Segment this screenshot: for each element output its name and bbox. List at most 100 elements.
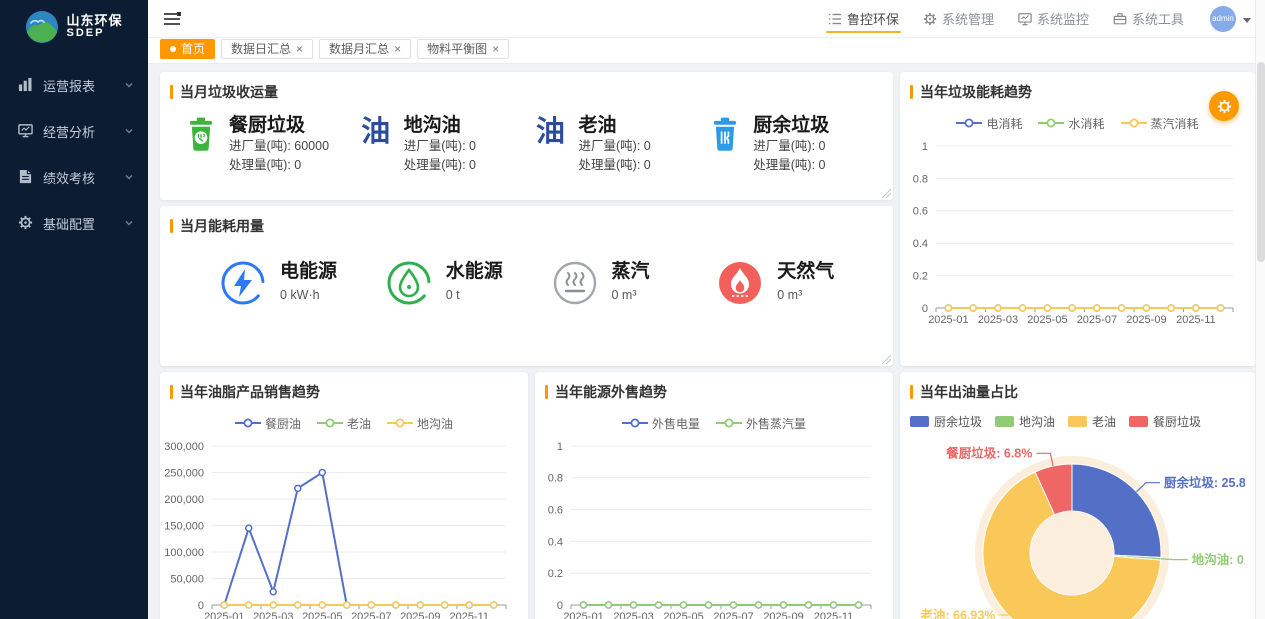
settings-gear-button[interactable] [1209,91,1239,121]
close-icon[interactable]: × [492,43,499,55]
page-scrollbar-track[interactable] [1255,0,1265,619]
legend-line-marker-icon [1121,117,1147,131]
dashboard-grid: 当月垃圾收运量 餐厨垃圾进厂量(吨): 60000处理量(吨): 0油地沟油进厂… [160,72,1265,619]
card-oil-output-ratio: 当年出油量占比 厨余垃圾地沟油老油餐厨垃圾 厨余垃圾: 25.8...地沟油: … [900,372,1255,619]
trash-green-icon [184,115,218,176]
sidebar-item-performance-assessment[interactable]: 绩效考核 [0,154,148,200]
waste-item: 油老油进厂量(吨): 0处理量(吨): 0 [534,115,709,176]
waste-item-metric: 处理量(吨): 0 [753,156,829,175]
monitor-icon [18,123,34,139]
close-icon[interactable]: × [296,43,303,55]
legend-item-1[interactable]: 外售蒸汽量 [716,415,806,432]
sidebar-item-label: 经营分析 [43,122,124,141]
legend-item-0[interactable]: 外售电量 [622,415,700,432]
user-menu[interactable]: admin [1210,6,1251,32]
tab-material-balance[interactable]: 物料平衡图× [417,39,509,59]
page-scrollbar-thumb[interactable] [1257,62,1265,262]
sidebar-item-business-analysis[interactable]: 经营分析 [0,108,148,154]
energy-item-name: 水能源 [446,260,503,283]
sidebar-menu: 运营报表经营分析绩效考核基础配置 [0,54,148,246]
energy-item-text: 天然气0 m³ [777,260,834,302]
legend-item-3[interactable]: 餐厨垃圾 [1129,413,1201,430]
legend-label: 外售蒸汽量 [746,415,806,432]
pie-label: 老油: 66.93% [919,607,995,619]
chevron-down-icon [124,80,134,90]
logo-icon [25,10,59,44]
card-energy-usage: 当月能耗用量 电能源0 kW·h水能源0 t蒸汽0 m³天然气0 m³ [160,206,893,366]
energy-item-value: 0 t [446,288,503,302]
nav-item-system-management[interactable]: 系统管理 [911,0,1006,37]
tab-monthly-summary[interactable]: 数据月汇总× [319,39,411,59]
gas-icon [717,260,763,306]
menu-fold-icon[interactable] [164,9,184,29]
energy-item-text: 电能源0 kW·h [280,260,337,302]
logo-subtitle: SDEP [66,28,122,40]
legend-item-0[interactable]: 厨余垃圾 [910,413,982,430]
legend-item-1[interactable]: 水消耗 [1038,115,1104,132]
line-chart-waste-energy: 00.20.40.60.812025-012025-032025-052025-… [900,134,1245,334]
svg-text:2025-05: 2025-05 [663,611,703,619]
toolbox-icon [1113,12,1127,26]
legend-item-2[interactable]: 蒸汽消耗 [1121,115,1199,132]
oil-char-icon: 油 [534,115,568,176]
waste-item-text: 地沟油进厂量(吨): 0处理量(吨): 0 [404,115,476,176]
svg-text:2025-01: 2025-01 [928,314,968,326]
legend-line-marker-icon [716,417,742,431]
legend-item-0[interactable]: 电消耗 [956,115,1022,132]
title-accent-bar [170,85,173,99]
close-icon[interactable]: × [394,43,401,55]
card-title: 当年垃圾能耗趋势 [920,82,1032,102]
legend-item-2[interactable]: 地沟油 [387,415,453,432]
tab-label: 首页 [181,40,205,57]
legend-item-1[interactable]: 地沟油 [995,413,1055,430]
pie-label: 餐厨垃圾: 6.8% [945,446,1032,461]
legend-line-marker-icon [622,417,648,431]
sidebar-item-label: 基础配置 [43,214,124,233]
pie-label: 地沟油: 0.... [1192,552,1245,567]
electric-icon [220,260,266,306]
svg-text:100,000: 100,000 [164,547,204,559]
monitor-icon [1018,12,1032,26]
trash-blue-icon [708,115,742,176]
sidebar-item-basic-config[interactable]: 基础配置 [0,200,148,246]
legend-label: 水消耗 [1068,115,1104,132]
legend-swatch [1129,416,1148,427]
svg-text:250,000: 250,000 [164,467,204,479]
line-chart-energy-sale: 00.20.40.60.812025-012025-032025-052025-… [535,434,883,619]
nav-item-lukong-env[interactable]: 鲁控环保 [816,0,911,37]
svg-text:150,000: 150,000 [164,520,204,532]
tab-home[interactable]: 首页 [160,39,215,59]
legend-item-2[interactable]: 老油 [1068,413,1116,430]
waste-stats-row: 餐厨垃圾进厂量(吨): 60000处理量(吨): 0油地沟油进厂量(吨): 0处… [160,102,893,176]
resize-handle[interactable] [882,189,891,198]
resize-handle[interactable] [882,355,891,364]
energy-item-value: 0 m³ [777,288,834,302]
legend-label: 老油 [347,415,371,432]
legend-swatch [995,416,1014,427]
sidebar-item-operations-report[interactable]: 运营报表 [0,62,148,108]
svg-text:2025-09: 2025-09 [763,611,803,619]
sidebar-item-label: 运营报表 [43,76,124,95]
chart-legend: 外售电量 外售蒸汽量 [535,415,893,432]
nav-item-system-monitor[interactable]: 系统监控 [1006,0,1101,37]
legend-item-1[interactable]: 老油 [317,415,371,432]
svg-text:2025-07: 2025-07 [713,611,753,619]
svg-text:2025-11: 2025-11 [1176,314,1216,326]
nav-item-system-tools[interactable]: 系统工具 [1101,0,1196,37]
card-title: 当月垃圾收运量 [180,82,278,102]
bar-chart-icon [18,77,34,93]
svg-text:2025-07: 2025-07 [351,611,391,619]
gear-icon [923,12,937,26]
card-title-row: 当年出油量占比 [900,372,1255,402]
legend-label: 地沟油 [417,415,453,432]
legend-swatch [910,416,929,427]
waste-item-name: 地沟油 [404,115,476,137]
waste-item-metric: 处理量(吨): 0 [579,156,651,175]
legend-item-0[interactable]: 餐厨油 [235,415,301,432]
avatar[interactable]: admin [1210,6,1236,32]
svg-text:0.4: 0.4 [548,536,563,548]
tab-daily-summary[interactable]: 数据日汇总× [221,39,313,59]
svg-text:0: 0 [922,303,928,315]
waste-item-name: 餐厨垃圾 [229,115,329,137]
chevron-down-icon [124,218,134,228]
